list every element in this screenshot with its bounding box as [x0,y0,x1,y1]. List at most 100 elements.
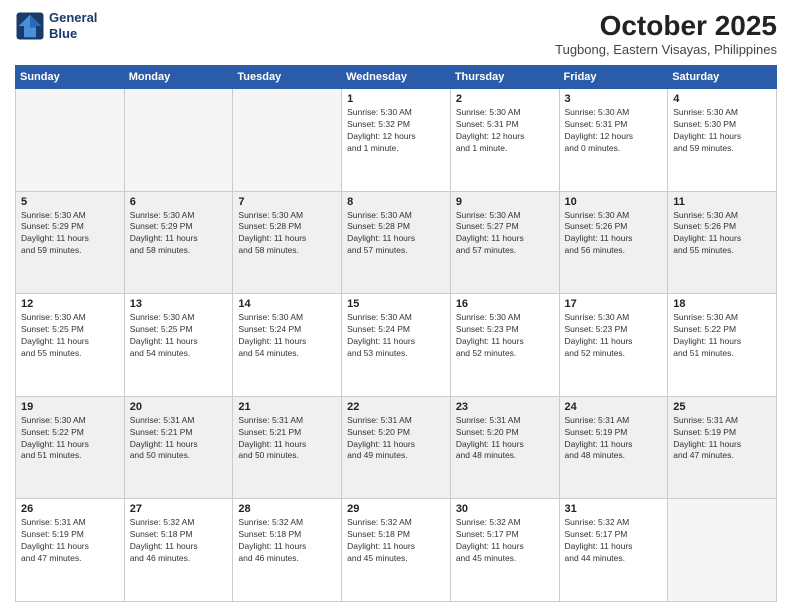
day-info: Sunrise: 5:30 AM Sunset: 5:25 PM Dayligh… [21,312,119,360]
calendar-table: SundayMondayTuesdayWednesdayThursdayFrid… [15,65,777,602]
day-number: 2 [456,93,554,105]
calendar-week-4: 26 Sunrise: 5:31 AM Sunset: 5:19 PM Dayli… [16,499,777,602]
calendar-cell: 18Sunrise: 5:30 AM Sunset: 5:22 PM Dayli… [668,294,777,397]
day-number: 24 [565,401,663,413]
day-info: Sunrise: 5:30 AM Sunset: 5:23 PM Dayligh… [565,312,663,360]
day-info: Sunrise: 5:31 AM Sunset: 5:21 PM Dayligh… [130,415,228,463]
header: General Blue October 2025 Tugbong, Easte… [15,10,777,57]
day-info: Sunrise: 5:31 AM Sunset: 5:19 PM Dayligh… [565,415,663,463]
day-info: Sunrise: 5:30 AM Sunset: 5:26 PM Dayligh… [673,210,771,258]
day-number: 29 [347,503,445,515]
day-number: 26 [21,503,119,515]
calendar-cell: 16 Sunrise: 5:30 AM Sunset: 5:23 PM Dayli… [450,294,559,397]
day-number: 16 [456,298,554,310]
weekday-header-wednesday: Wednesday [342,66,451,89]
day-info: Sunrise: 5:30 AM Sunset: 5:26 PM Dayligh… [565,210,663,258]
day-info: Sunrise: 5:30 AM Sunset: 5:29 PM Dayligh… [130,210,228,258]
calendar-cell: 25 Sunrise: 5:31 AM Sunset: 5:19 PM Dayli… [668,396,777,499]
day-number: 9 [456,196,554,208]
day-number: 13 [130,298,228,310]
day-number: 6 [130,196,228,208]
day-info: Sunrise: 5:30 AM Sunset: 5:28 PM Dayligh… [238,210,336,258]
day-info: Sunrise: 5:30 AM Sunset: 5:27 PM Dayligh… [456,210,554,258]
calendar-cell [124,89,233,192]
day-number: 8 [347,196,445,208]
logo-icon [15,11,45,41]
day-info: Sunrise: 5:30 AM Sunset: 5:31 PM Dayligh… [456,107,554,155]
calendar-cell: 26 Sunrise: 5:31 AM Sunset: 5:19 PM Dayli… [16,499,125,602]
day-number: 21 [238,401,336,413]
calendar-cell: 31 Sunrise: 5:32 AM Sunset: 5:17 PM Dayli… [559,499,668,602]
logo: General Blue [15,10,97,41]
day-number: 1 [347,93,445,105]
day-info: Sunrise: 5:30 AM Sunset: 5:24 PM Dayligh… [238,312,336,360]
day-number: 17 [565,298,663,310]
day-number: 18 [673,298,771,310]
calendar-cell: 7 Sunrise: 5:30 AM Sunset: 5:28 PM Daylig… [233,191,342,294]
calendar-cell: 30 Sunrise: 5:32 AM Sunset: 5:17 PM Dayli… [450,499,559,602]
calendar-cell: 19 Sunrise: 5:30 AM Sunset: 5:22 PM Dayli… [16,396,125,499]
day-number: 11 [673,196,771,208]
day-info: Sunrise: 5:31 AM Sunset: 5:21 PM Dayligh… [238,415,336,463]
day-number: 30 [456,503,554,515]
day-number: 31 [565,503,663,515]
calendar-cell: 27 Sunrise: 5:32 AM Sunset: 5:18 PM Dayli… [124,499,233,602]
weekday-header-monday: Monday [124,66,233,89]
calendar-cell: 22Sunrise: 5:31 AM Sunset: 5:20 PM Dayli… [342,396,451,499]
day-info: Sunrise: 5:30 AM Sunset: 5:30 PM Dayligh… [673,107,771,155]
calendar-week-2: 12Sunrise: 5:30 AM Sunset: 5:25 PM Dayli… [16,294,777,397]
weekday-header-tuesday: Tuesday [233,66,342,89]
calendar-week-0: 1Sunrise: 5:30 AM Sunset: 5:32 PM Daylig… [16,89,777,192]
day-number: 10 [565,196,663,208]
day-info: Sunrise: 5:30 AM Sunset: 5:31 PM Dayligh… [565,107,663,155]
day-info: Sunrise: 5:32 AM Sunset: 5:17 PM Dayligh… [456,517,554,565]
calendar-cell: 17 Sunrise: 5:30 AM Sunset: 5:23 PM Dayli… [559,294,668,397]
calendar-cell: 14 Sunrise: 5:30 AM Sunset: 5:24 PM Dayli… [233,294,342,397]
day-info: Sunrise: 5:32 AM Sunset: 5:17 PM Dayligh… [565,517,663,565]
day-number: 20 [130,401,228,413]
calendar-cell: 9 Sunrise: 5:30 AM Sunset: 5:27 PM Daylig… [450,191,559,294]
location: Tugbong, Eastern Visayas, Philippines [555,42,777,57]
day-info: Sunrise: 5:30 AM Sunset: 5:22 PM Dayligh… [21,415,119,463]
day-number: 14 [238,298,336,310]
calendar-cell: 3Sunrise: 5:30 AM Sunset: 5:31 PM Daylig… [559,89,668,192]
title-section: October 2025 Tugbong, Eastern Visayas, P… [555,10,777,57]
day-info: Sunrise: 5:30 AM Sunset: 5:29 PM Dayligh… [21,210,119,258]
day-number: 7 [238,196,336,208]
day-number: 23 [456,401,554,413]
day-number: 25 [673,401,771,413]
weekday-header-saturday: Saturday [668,66,777,89]
calendar-cell: 1Sunrise: 5:30 AM Sunset: 5:32 PM Daylig… [342,89,451,192]
day-info: Sunrise: 5:31 AM Sunset: 5:19 PM Dayligh… [673,415,771,463]
calendar-cell: 2 Sunrise: 5:30 AM Sunset: 5:31 PM Daylig… [450,89,559,192]
calendar-cell: 10 Sunrise: 5:30 AM Sunset: 5:26 PM Dayli… [559,191,668,294]
day-info: Sunrise: 5:31 AM Sunset: 5:19 PM Dayligh… [21,517,119,565]
page: General Blue October 2025 Tugbong, Easte… [0,0,792,612]
calendar-cell: 15Sunrise: 5:30 AM Sunset: 5:24 PM Dayli… [342,294,451,397]
calendar-cell: 20 Sunrise: 5:31 AM Sunset: 5:21 PM Dayli… [124,396,233,499]
calendar-cell: 29Sunrise: 5:32 AM Sunset: 5:18 PM Dayli… [342,499,451,602]
calendar-cell [16,89,125,192]
day-info: Sunrise: 5:30 AM Sunset: 5:25 PM Dayligh… [130,312,228,360]
day-number: 27 [130,503,228,515]
weekday-header-friday: Friday [559,66,668,89]
day-info: Sunrise: 5:30 AM Sunset: 5:24 PM Dayligh… [347,312,445,360]
day-info: Sunrise: 5:32 AM Sunset: 5:18 PM Dayligh… [238,517,336,565]
day-number: 28 [238,503,336,515]
month-title: October 2025 [555,10,777,42]
calendar-cell: 5 Sunrise: 5:30 AM Sunset: 5:29 PM Daylig… [16,191,125,294]
calendar-cell: 13 Sunrise: 5:30 AM Sunset: 5:25 PM Dayli… [124,294,233,397]
day-info: Sunrise: 5:32 AM Sunset: 5:18 PM Dayligh… [130,517,228,565]
day-info: Sunrise: 5:30 AM Sunset: 5:23 PM Dayligh… [456,312,554,360]
calendar-week-1: 5 Sunrise: 5:30 AM Sunset: 5:29 PM Daylig… [16,191,777,294]
day-info: Sunrise: 5:30 AM Sunset: 5:28 PM Dayligh… [347,210,445,258]
calendar-week-3: 19 Sunrise: 5:30 AM Sunset: 5:22 PM Dayli… [16,396,777,499]
calendar-cell: 28 Sunrise: 5:32 AM Sunset: 5:18 PM Dayli… [233,499,342,602]
calendar-cell: 11 Sunrise: 5:30 AM Sunset: 5:26 PM Dayli… [668,191,777,294]
calendar-cell: 8 Sunrise: 5:30 AM Sunset: 5:28 PM Daylig… [342,191,451,294]
logo-text: General Blue [49,10,97,41]
day-info: Sunrise: 5:31 AM Sunset: 5:20 PM Dayligh… [456,415,554,463]
calendar-cell: 4Sunrise: 5:30 AM Sunset: 5:30 PM Daylig… [668,89,777,192]
day-number: 5 [21,196,119,208]
day-number: 19 [21,401,119,413]
